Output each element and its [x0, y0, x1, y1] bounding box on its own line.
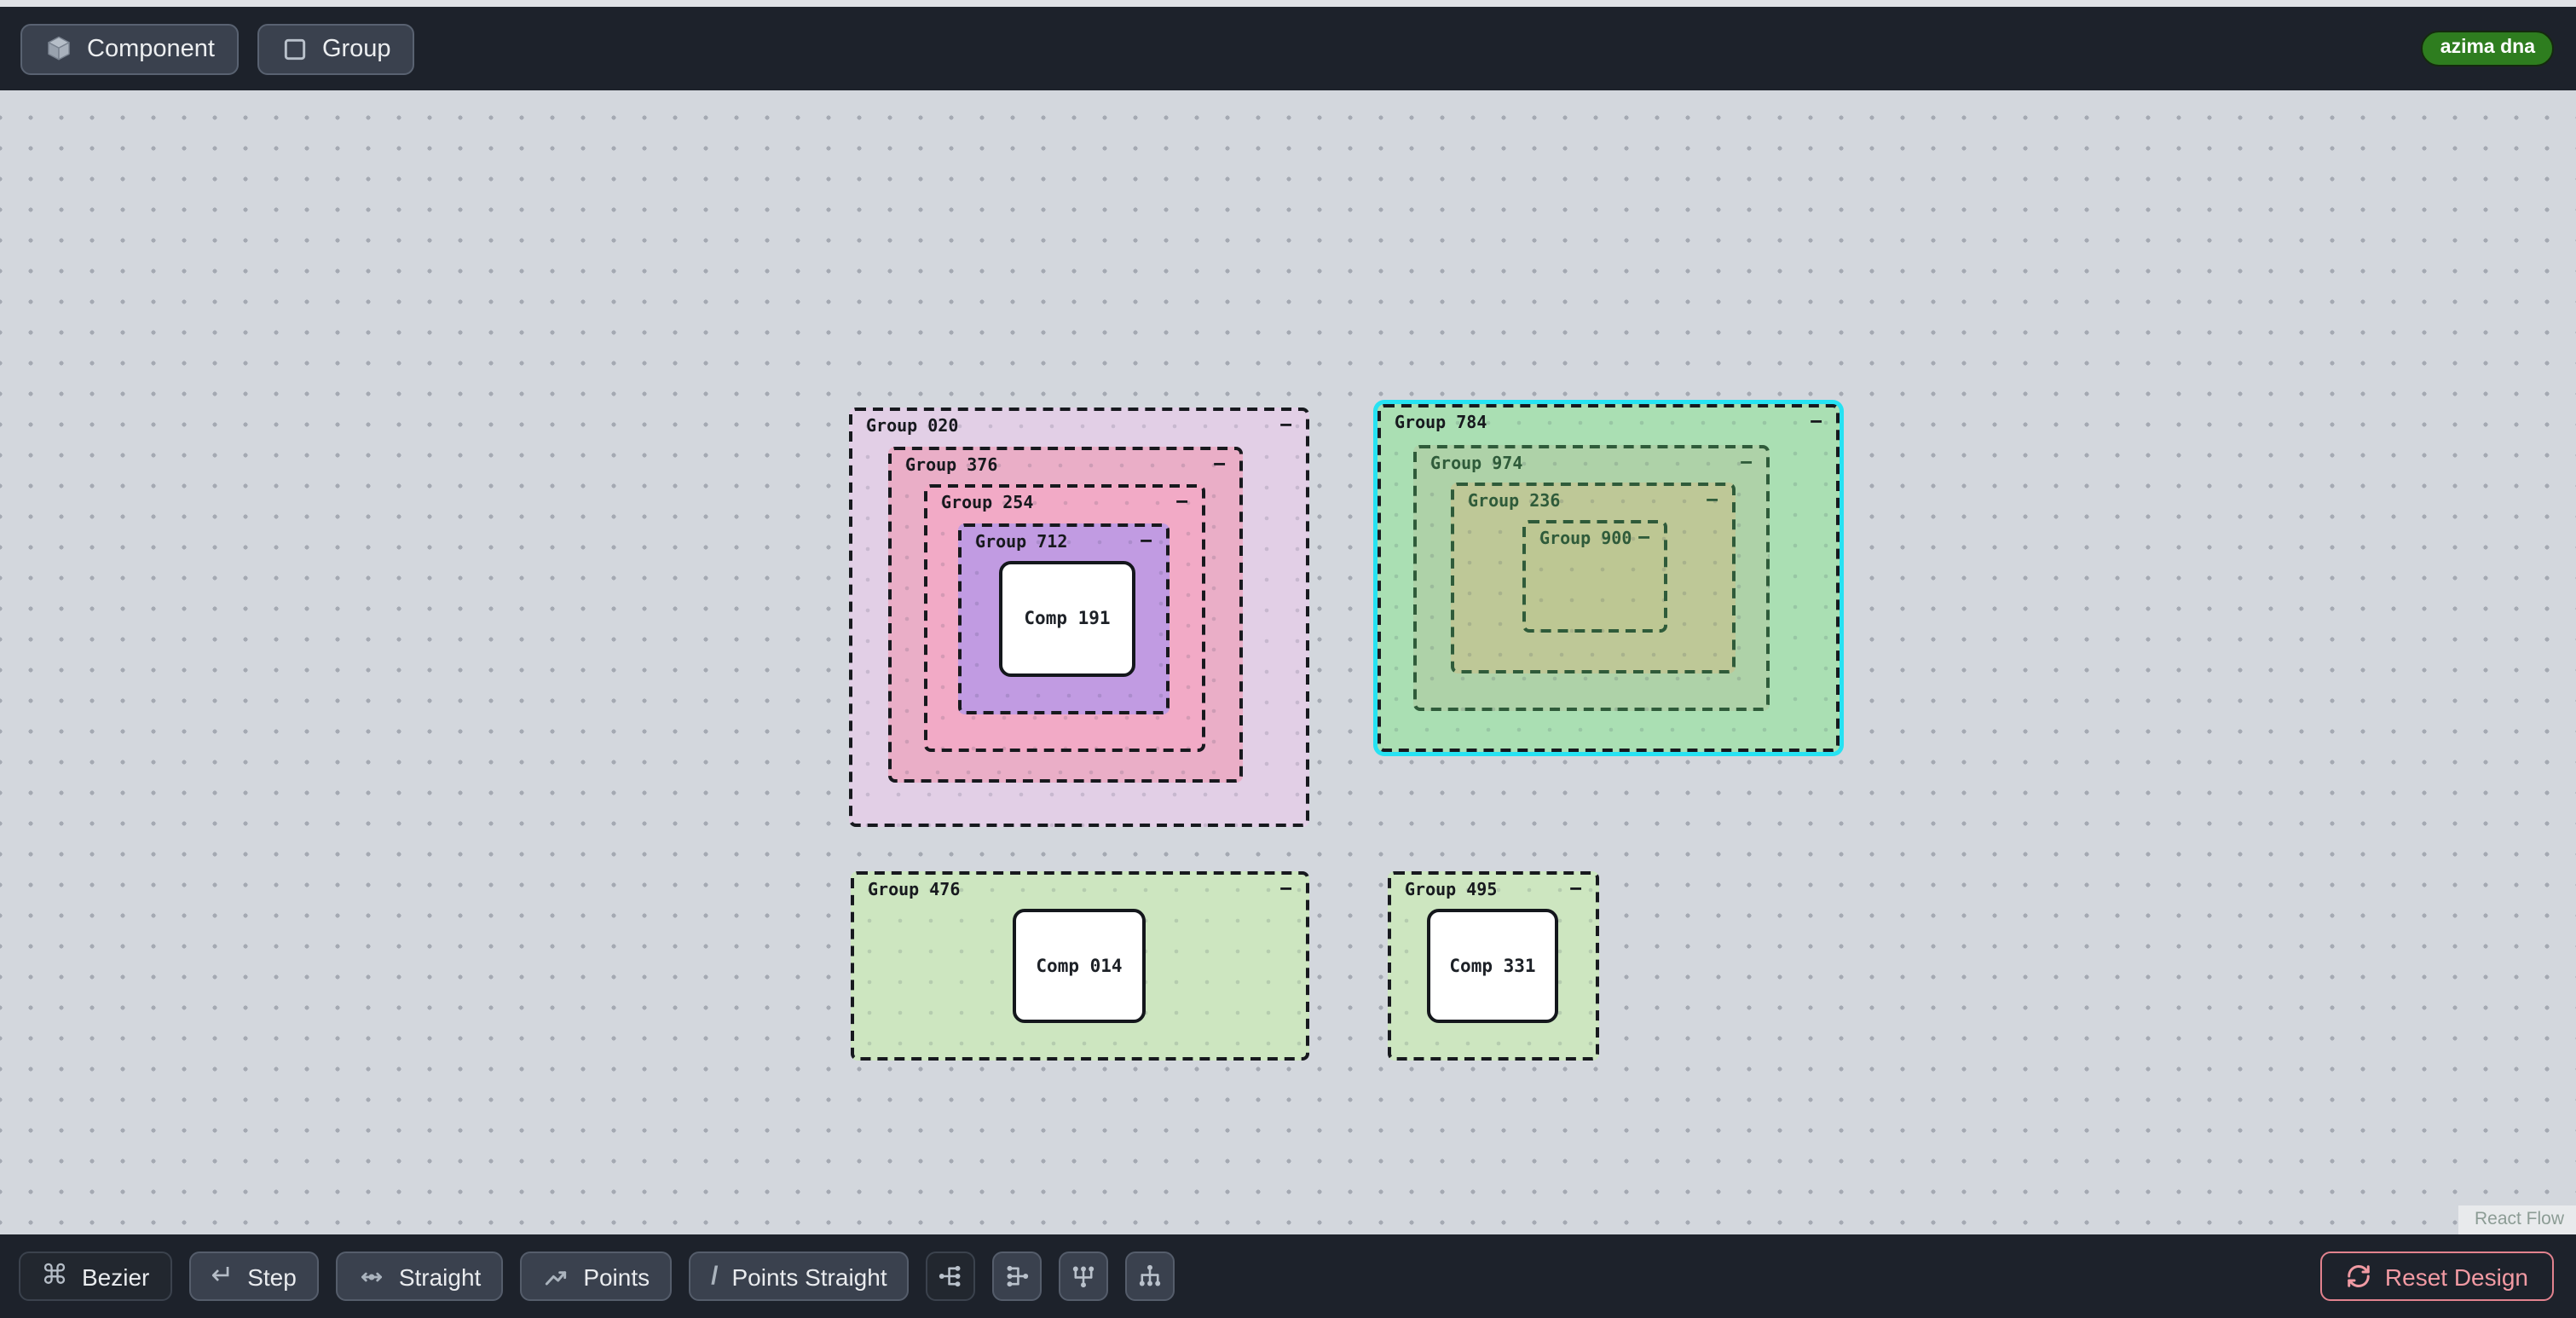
component-label: Comp 191	[1024, 609, 1110, 629]
group-label: Group 712	[975, 532, 1067, 554]
tree-up-icon	[1070, 1262, 1099, 1291]
component-node-comp-191[interactable]: Comp 191	[999, 561, 1135, 677]
step-label: Step	[247, 1263, 297, 1290]
group-node-group-900[interactable]: Group 900−	[1522, 520, 1667, 633]
collapse-button[interactable]: −	[1741, 450, 1753, 477]
brand-badge[interactable]: azima dna	[2422, 31, 2554, 67]
zigzag-arrow-icon	[542, 1263, 569, 1290]
collapse-button[interactable]: −	[1141, 529, 1152, 555]
refresh-icon	[2346, 1263, 2371, 1289]
app-window: Component Group azima dna React Flow ⌘ B…	[0, 0, 2576, 1318]
points-label: Points	[583, 1263, 650, 1290]
collapse-button[interactable]: −	[1176, 489, 1188, 516]
bottom-toolbar: ⌘ Bezier ↵ Step Straight	[0, 1234, 2576, 1318]
group-label: Group 784	[1395, 413, 1487, 435]
edge-type-bezier-button[interactable]: ⌘ Bezier	[19, 1252, 171, 1301]
add-group-button[interactable]: Group	[257, 23, 415, 74]
group-label: Group 974	[1430, 454, 1522, 476]
group-label: Group 020	[866, 416, 958, 438]
tree-left-icon	[1003, 1262, 1032, 1291]
component-node-comp-331[interactable]: Comp 331	[1427, 909, 1558, 1023]
reset-design-button[interactable]: Reset Design	[2320, 1252, 2554, 1301]
arrow-horizontal-icon	[358, 1263, 385, 1290]
collapse-button[interactable]: −	[1214, 452, 1226, 478]
add-component-button[interactable]: Component	[20, 23, 239, 74]
group-label: Group 376	[905, 455, 997, 477]
component-label: Comp 014	[1036, 956, 1122, 976]
collapse-button[interactable]: −	[1638, 525, 1650, 552]
reactflow-attribution[interactable]: React Flow	[2459, 1205, 2576, 1234]
collapse-button[interactable]: −	[1707, 488, 1718, 514]
group-label: Group 236	[1468, 491, 1560, 513]
points-straight-label: Points Straight	[732, 1263, 887, 1290]
bezier-label: Bezier	[82, 1263, 149, 1290]
tree-down-icon	[1136, 1262, 1165, 1291]
cube-icon	[44, 34, 73, 63]
edge-type-points-straight-button[interactable]: / Points Straight	[689, 1252, 909, 1301]
layout-tree-right-button[interactable]	[927, 1252, 976, 1301]
edge-type-step-button[interactable]: ↵ Step	[188, 1252, 318, 1301]
component-node-comp-014[interactable]: Comp 014	[1013, 909, 1146, 1023]
group-label: Group 900	[1539, 529, 1632, 551]
layout-tree-down-button[interactable]	[1126, 1252, 1175, 1301]
add-group-label: Group	[322, 35, 391, 62]
layout-tree-up-button[interactable]	[1060, 1252, 1109, 1301]
group-label: Group 254	[941, 493, 1033, 515]
collapse-button[interactable]: −	[1811, 409, 1822, 436]
slash-icon: /	[711, 1262, 718, 1291]
edge-type-straight-button[interactable]: Straight	[336, 1252, 504, 1301]
top-toolbar: Component Group azima dna	[0, 7, 2576, 90]
edge-type-points-button[interactable]: Points	[520, 1252, 672, 1301]
collapse-button[interactable]: −	[1280, 413, 1292, 439]
square-icon	[281, 35, 309, 62]
tree-right-icon	[937, 1262, 966, 1291]
top-strip	[0, 0, 2576, 7]
group-label: Group 495	[1405, 880, 1497, 902]
straight-label: Straight	[399, 1263, 482, 1290]
component-label: Comp 331	[1449, 956, 1535, 976]
layout-tree-left-button[interactable]	[993, 1252, 1043, 1301]
collapse-button[interactable]: −	[1280, 876, 1292, 903]
group-label: Group 476	[868, 880, 960, 902]
return-icon: ↵	[211, 1263, 234, 1290]
collapse-button[interactable]: −	[1570, 876, 1582, 903]
add-component-label: Component	[87, 35, 215, 62]
command-icon: ⌘	[41, 1263, 68, 1290]
reset-design-label: Reset Design	[2385, 1263, 2528, 1290]
